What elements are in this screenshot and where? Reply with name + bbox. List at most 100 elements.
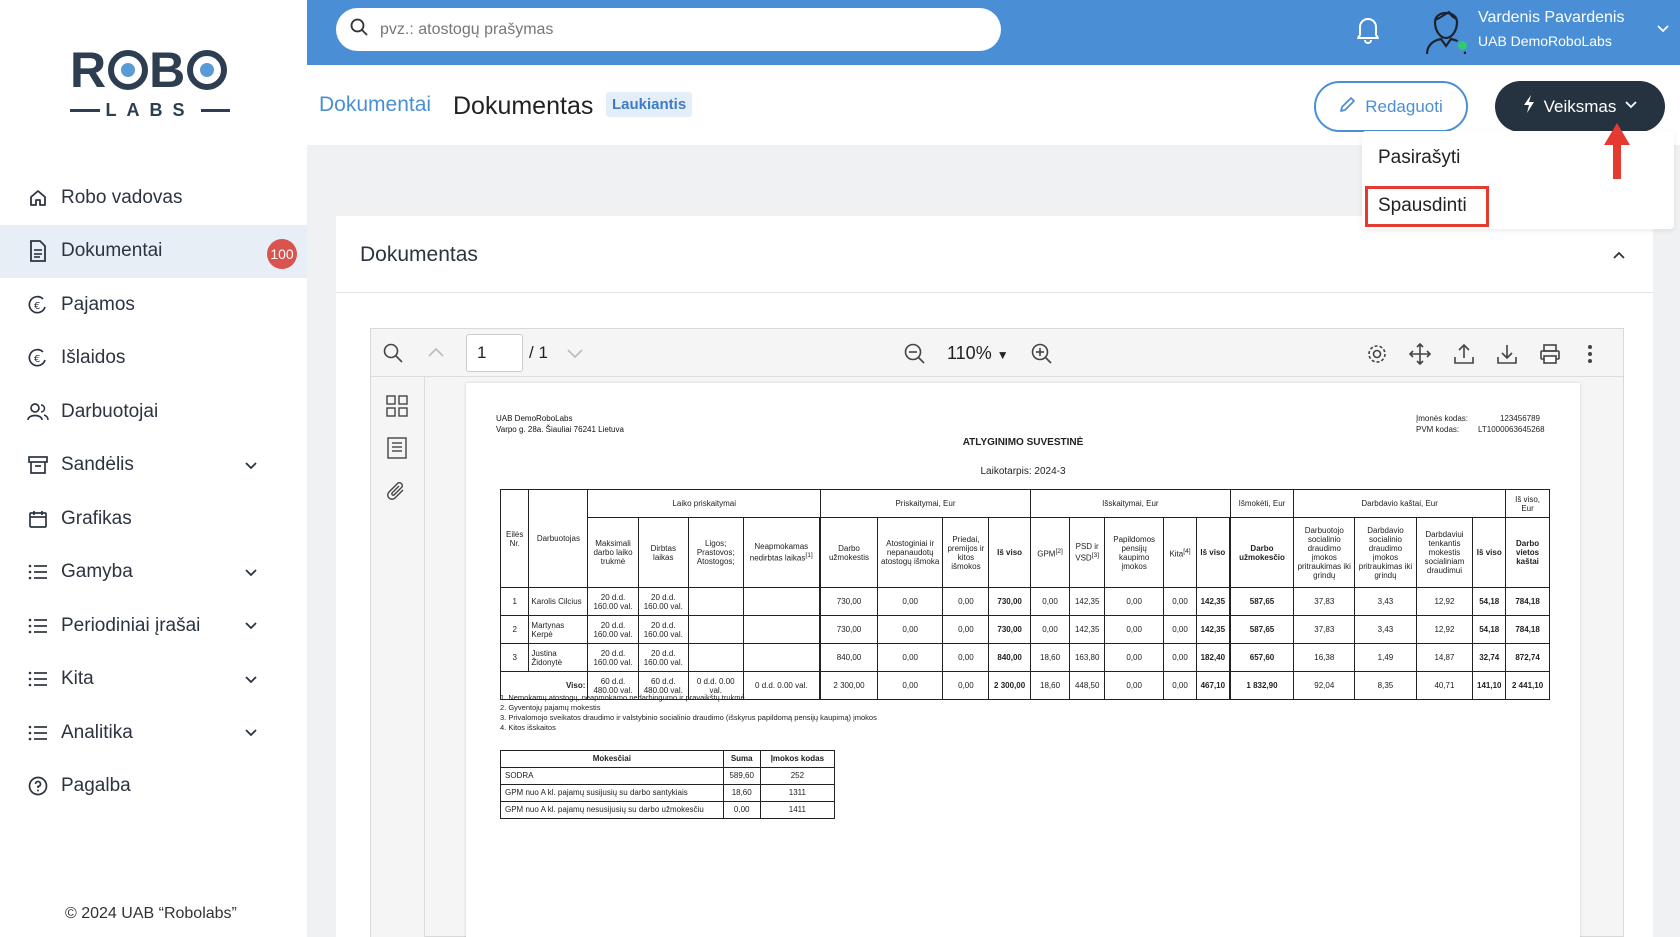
- sidebar-item-kita[interactable]: Kita: [0, 653, 307, 707]
- move-icon[interactable]: [1408, 342, 1432, 370]
- footnote-ref: [2]: [1055, 547, 1063, 555]
- col-header: Darbo vietos kaštai: [1505, 517, 1550, 588]
- code-label: Įmonės kodas:: [1416, 414, 1469, 423]
- settings-icon[interactable]: [1366, 343, 1388, 370]
- edit-button[interactable]: Redaguoti: [1314, 81, 1468, 132]
- breadcrumb[interactable]: Dokumentai: [319, 93, 431, 117]
- cell: 1311: [759, 784, 836, 802]
- company-codes: Įmonės kodas: 123456789 PVM kodas: LT10000…: [1416, 413, 1545, 435]
- col-header: Papildomos pensijų kaupimo įmokos: [1104, 517, 1165, 588]
- search-icon[interactable]: [383, 343, 403, 368]
- chevron-down-icon[interactable]: [244, 617, 258, 639]
- cell: 1 832,90: [1229, 671, 1295, 700]
- cell: 2 300,00: [988, 671, 1031, 700]
- cell: 142,35: [1195, 615, 1230, 644]
- group-header: Iš viso, Eur: [1505, 489, 1550, 518]
- cell: 840,00: [988, 643, 1031, 672]
- sidebar-item-islaidos[interactable]: € Išlaidos: [0, 332, 307, 386]
- action-button[interactable]: Veiksmas: [1495, 81, 1665, 132]
- chevron-down-icon[interactable]: [565, 343, 585, 368]
- sidebar-item-robo-vadovas[interactable]: Robo vadovas: [0, 171, 307, 225]
- cell: 37,83: [1293, 615, 1356, 644]
- chevron-up-icon[interactable]: [426, 343, 446, 368]
- chevron-down-icon[interactable]: [244, 457, 258, 479]
- logo-wordmark: RB: [70, 42, 230, 98]
- footnote-ref: [3]: [1091, 552, 1100, 560]
- sidebar-item-analitika[interactable]: Analitika: [0, 706, 307, 760]
- cell: 1: [499, 587, 530, 616]
- sidebar-item-label: Periodiniai įrašai: [61, 614, 201, 636]
- chevron-down-icon[interactable]: [1656, 22, 1670, 41]
- col-header: Dirbtas laikas: [637, 517, 689, 588]
- cell: 12,92: [1415, 615, 1474, 644]
- download-icon[interactable]: [1496, 343, 1518, 370]
- cell: 142,35: [1069, 587, 1106, 616]
- cell: 0,00: [1029, 615, 1071, 644]
- document-period: Laikotarpis: 2024-3: [980, 466, 1066, 477]
- thumbnails-icon[interactable]: [386, 395, 408, 422]
- vat-label: PVM kodas:: [1416, 425, 1460, 434]
- footnote: 1. Nemokamų atostogų, neapmokamo nedarbi…: [500, 693, 745, 702]
- search-input[interactable]: [380, 20, 960, 39]
- cell: [742, 643, 821, 672]
- sidebar-item-grafikas[interactable]: Grafikas: [0, 492, 307, 546]
- cell: 141,10: [1472, 671, 1507, 700]
- more-vertical-icon[interactable]: [1586, 343, 1594, 370]
- user-name[interactable]: Vardenis Pavardenis: [1478, 9, 1624, 27]
- chevron-down-icon[interactable]: [244, 671, 258, 693]
- sidebar-item-label: Analitika: [61, 721, 133, 743]
- pdf-viewer: 1 / 1 110% ▼ UAB DemoRoboLabs Varpo g. 2…: [370, 328, 1624, 937]
- cell: 730,00: [988, 615, 1031, 644]
- caret-down-icon: ▼: [996, 348, 1009, 362]
- bell-icon[interactable]: [1355, 14, 1381, 49]
- pdf-toolbar: 1 / 1 110% ▼: [371, 329, 1623, 377]
- sidebar-item-pagalba[interactable]: Pagalba: [0, 760, 307, 814]
- sidebar-item-label: Robo vadovas: [61, 186, 183, 208]
- chevron-up-icon[interactable]: [1612, 248, 1626, 267]
- cell: 18,60: [1029, 643, 1071, 672]
- cell: 0,00: [1104, 643, 1165, 672]
- status-badge: Laukiantis: [606, 92, 693, 117]
- sidebar-item-label: Dokumentai: [61, 240, 163, 262]
- cell: [687, 587, 744, 616]
- robolabs-logo[interactable]: RB LABS: [70, 42, 230, 124]
- chevron-down-icon[interactable]: [244, 564, 258, 586]
- sidebar-item-pajamos[interactable]: € Pajamos: [0, 278, 307, 332]
- cell: 2 441,10: [1505, 671, 1550, 700]
- outline-icon[interactable]: [386, 437, 408, 464]
- divider: [336, 292, 1653, 293]
- cell: 20 d.d. 160.00 val.: [587, 587, 639, 616]
- chevron-down-icon[interactable]: [244, 724, 258, 746]
- cell: 142,35: [1195, 587, 1230, 616]
- col-header: Iš viso: [1472, 517, 1507, 588]
- sidebar-item-sandelis[interactable]: Sandėlis: [0, 439, 307, 493]
- zoom-out-icon[interactable]: [904, 343, 926, 370]
- search-box[interactable]: [336, 8, 1001, 51]
- col-header: Atostoginiai ir nepanaudotų atostogų išm…: [876, 517, 944, 588]
- edit-button-label: Redaguoti: [1365, 96, 1443, 116]
- col-header: Suma: [722, 750, 761, 768]
- col-header: PSD ir VSD[3]: [1069, 517, 1106, 588]
- sidebar-item-gamyba[interactable]: Gamyba: [0, 546, 307, 600]
- footnotes: 1. Nemokamų atostogų, neapmokamo nedarbi…: [500, 693, 877, 733]
- footnote-ref: [1]: [805, 552, 813, 560]
- user-company[interactable]: UAB DemoRoboLabs: [1478, 33, 1612, 49]
- sidebar-item-darbuotojai[interactable]: Darbuotojai: [0, 385, 307, 439]
- cell: 40,71: [1415, 671, 1474, 700]
- col-header: Priedai, premijos ir kitos išmokos: [942, 517, 990, 588]
- footnote: 3. Privalomojo sveikatos draudimo ir val…: [500, 713, 877, 722]
- cell: 12,92: [1415, 587, 1474, 616]
- zoom-select[interactable]: 110% ▼: [947, 343, 1009, 364]
- zoom-in-icon[interactable]: [1031, 343, 1053, 370]
- sidebar-item-periodiniai-irasai[interactable]: Periodiniai įrašai: [0, 599, 307, 653]
- page-number-input[interactable]: 1: [466, 334, 523, 372]
- company-info: UAB DemoRoboLabs Varpo g. 28a. Šiauliai …: [496, 413, 624, 435]
- cell: 18,60: [722, 784, 761, 802]
- upload-icon[interactable]: [1453, 343, 1475, 370]
- paperclip-icon[interactable]: [386, 481, 408, 508]
- print-icon[interactable]: [1539, 343, 1561, 370]
- sidebar-item-dokumentai[interactable]: Dokumentai 100: [0, 224, 307, 278]
- cell: 20 d.d. 160.00 val.: [637, 587, 689, 616]
- menu-item-sign[interactable]: Pasirašyti: [1378, 147, 1460, 169]
- cell: 0,00: [942, 643, 990, 672]
